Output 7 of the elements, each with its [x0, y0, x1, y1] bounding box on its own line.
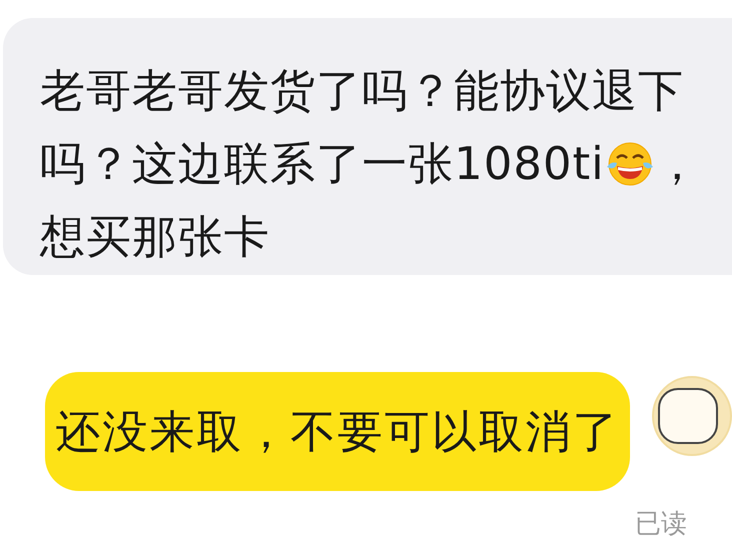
message-text: 还没来取，不要可以取消了 — [56, 404, 620, 460]
message-text: 想买那张卡 — [40, 209, 270, 265]
read-status: 已读 — [635, 509, 688, 539]
message-text: ， — [654, 136, 701, 192]
message-text: 老哥老哥发货了吗？能协议退下 — [40, 63, 684, 119]
message-text: 吗？这边联系了一张1080ti — [40, 136, 605, 192]
laughing-emoji-icon — [604, 140, 655, 186]
